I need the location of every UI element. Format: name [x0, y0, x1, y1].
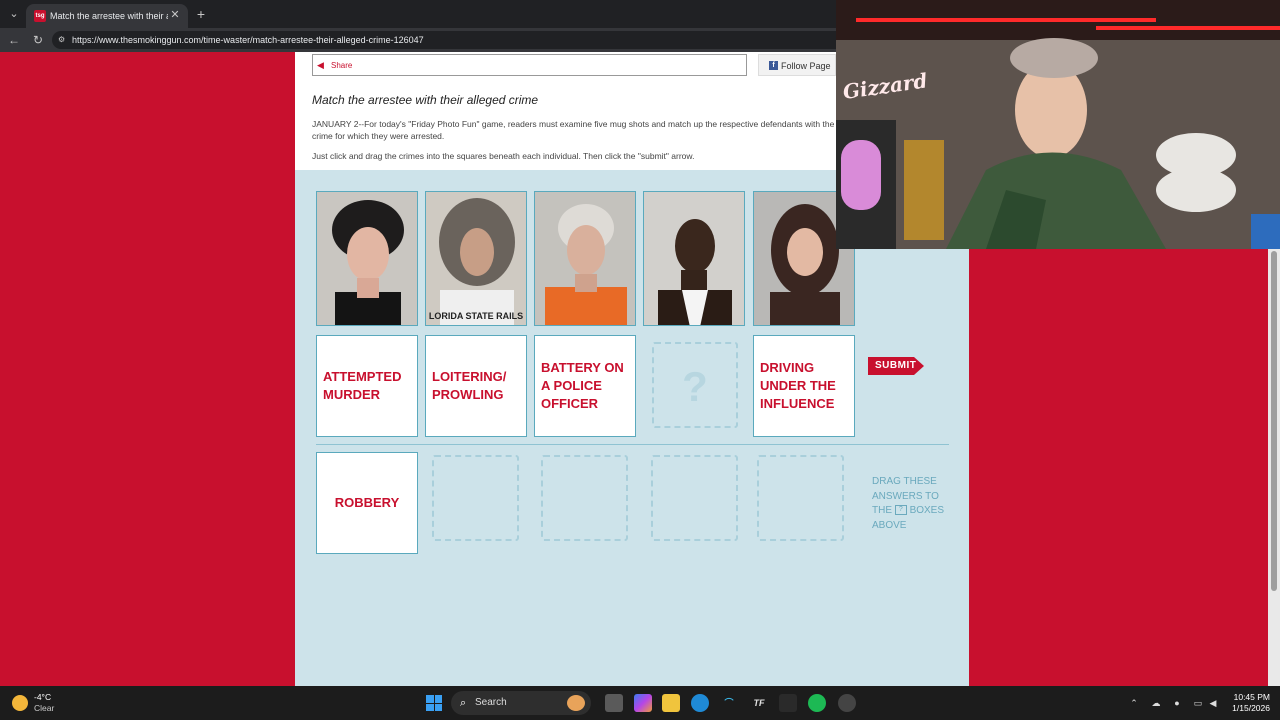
address-bar[interactable]: ⚙ https://www.thesmokinggun.com/time-was… — [52, 31, 836, 49]
facebook-icon: f — [769, 61, 778, 70]
app-gear-icon[interactable] — [838, 694, 856, 712]
page-scrollbar[interactable] — [1268, 249, 1280, 686]
share-link[interactable]: Share — [331, 60, 352, 72]
site-info-icon[interactable]: ⚙ — [58, 34, 68, 46]
weather-temperature[interactable]: -4°C — [34, 692, 51, 703]
tab-title: Match the arrestee with their alleg — [50, 11, 168, 21]
mugshot-2: LORIDA STATE RAILS — [425, 191, 527, 326]
reload-icon[interactable]: ↻ — [30, 32, 46, 48]
article-headline: Match the arrestee with their alleged cr… — [312, 93, 539, 107]
answer-pool-empty-slot — [541, 455, 628, 541]
copilot-icon[interactable] — [634, 694, 652, 712]
spotify-icon[interactable] — [808, 694, 826, 712]
crime-label[interactable]: LOITERING/ PROWLING — [426, 368, 526, 404]
weather-condition[interactable]: Clear — [34, 703, 54, 714]
answer-pool-empty-slot — [757, 455, 844, 541]
browser-nav-bar: ← ↻ ⚙ https://www.thesmokinggun.com/time… — [0, 28, 836, 52]
tray-chevron-up-icon[interactable]: ⌃ — [1128, 697, 1140, 709]
mugshot-4 — [643, 191, 745, 326]
back-arrow-icon[interactable]: ← — [6, 32, 22, 48]
mugshot-3 — [534, 191, 636, 326]
article-header: ◀ Share f Follow Page Match the arrestee… — [295, 52, 836, 170]
browser-tab[interactable]: tsg Match the arrestee with their alleg … — [26, 4, 188, 28]
share-icon[interactable]: ◀ — [317, 59, 327, 71]
app-wing-icon[interactable]: ⌒ — [720, 694, 738, 712]
article-intro: JANUARY 2--For today's "Friday Photo Fun… — [312, 119, 835, 141]
search-icon: ⌕ — [460, 697, 467, 709]
clock-time[interactable]: 10:45 PM — [1226, 692, 1270, 703]
answer-slot-2[interactable]: LOITERING/ PROWLING — [425, 335, 527, 437]
url-text: https://www.thesmokinggun.com/time-waste… — [72, 35, 424, 45]
clock-date[interactable]: 1/15/2026 — [1222, 703, 1270, 714]
answer-pool-card[interactable]: ROBBERY — [316, 452, 418, 554]
scrollbar-thumb[interactable] — [1271, 251, 1277, 591]
follow-page-label: Follow Page — [781, 61, 831, 71]
search-label: Search — [475, 697, 507, 708]
browser-tab-bar: ⌄ tsg Match the arrestee with their alle… — [0, 0, 836, 28]
crime-label[interactable]: BATTERY ON A POLICE OFFICER — [535, 359, 635, 413]
edge-browser-icon[interactable] — [691, 694, 709, 712]
answer-pool-empty-slot — [432, 455, 519, 541]
follow-page-button[interactable]: f Follow Page — [758, 54, 836, 76]
tab-close-icon[interactable]: ✕ — [168, 8, 182, 22]
crime-label[interactable]: ROBBERY — [317, 494, 417, 512]
drag-instructions: DRAG THESE ANSWERS TO THE ? BOXES ABOVE — [872, 475, 952, 533]
taskbar-search[interactable]: ⌕ Search — [451, 691, 591, 715]
share-bar: ◀ Share — [312, 54, 747, 76]
tab-favicon-icon: tsg — [34, 10, 46, 22]
tf-app-icon[interactable]: TF — [750, 694, 768, 712]
question-mark-icon: ? — [682, 363, 708, 410]
taskbar: -4°C Clear ⌕ Search ⌒ TF ⌃ ☁ ● ▭ ◀ 10:45… — [0, 686, 1280, 720]
crime-label[interactable]: ATTEMPTED MURDER — [317, 368, 417, 404]
answer-pool-empty-slot — [651, 455, 738, 541]
answer-slot-3[interactable]: BATTERY ON A POLICE OFFICER — [534, 335, 636, 437]
divider — [316, 444, 949, 445]
mugshot-1 — [316, 191, 418, 326]
task-view-icon[interactable] — [605, 694, 623, 712]
submit-arrow-button[interactable]: SUBMIT — [868, 355, 926, 377]
answer-slot-1[interactable]: ATTEMPTED MURDER — [316, 335, 418, 437]
obs-app-icon[interactable] — [779, 694, 797, 712]
file-explorer-icon[interactable] — [662, 694, 680, 712]
tab-list-chevron-icon[interactable]: ⌄ — [6, 7, 22, 21]
submit-label: SUBMIT — [875, 360, 917, 371]
webcam-overlay: Gizzard — [836, 0, 1280, 249]
answer-slot-4-empty[interactable]: ? — [652, 342, 738, 428]
shirt-text: LORIDA STATE RAILS — [429, 311, 523, 321]
search-highlight-icon — [567, 695, 585, 711]
network-icon[interactable]: ▭ — [1192, 697, 1204, 709]
moon-weather-icon[interactable] — [12, 695, 28, 711]
article-instructions: Just click and drag the crimes into the … — [312, 151, 695, 161]
windows-start-icon[interactable] — [426, 695, 442, 711]
volume-icon[interactable]: ◀ — [1207, 697, 1219, 709]
mini-question-box-icon: ? — [894, 505, 907, 516]
crime-label[interactable]: DRIVING UNDER THE INFLUENCE — [754, 359, 854, 413]
answer-slot-5[interactable]: DRIVING UNDER THE INFLUENCE — [753, 335, 855, 437]
onedrive-cloud-icon[interactable]: ☁ — [1150, 697, 1162, 709]
microphone-icon[interactable]: ● — [1171, 697, 1183, 709]
new-tab-plus-icon[interactable]: + — [194, 6, 208, 22]
